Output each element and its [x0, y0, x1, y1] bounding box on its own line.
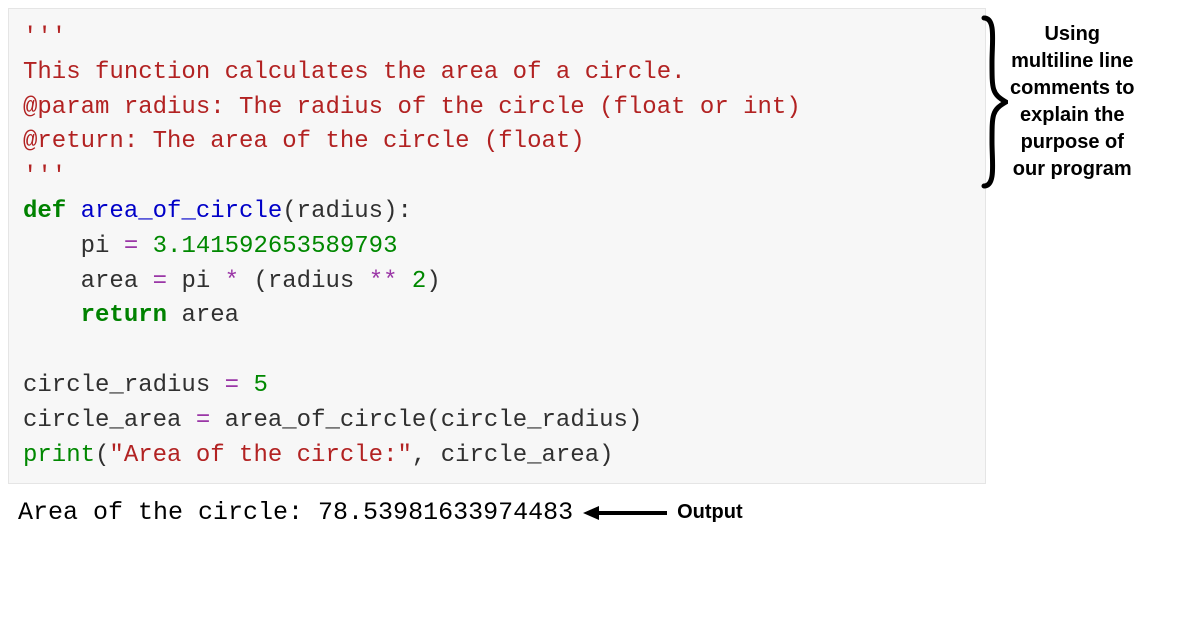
builtin-print: print [23, 442, 95, 469]
ident-radius-ref: radius [268, 268, 354, 295]
docstring-open: ''' [23, 24, 66, 51]
close-paren-colon: ): [383, 198, 412, 225]
keyword-def: def [23, 198, 66, 225]
docstring-line-3: @return: The area of the circle (float) [23, 128, 585, 155]
docstring-line-1: This function calculates the area of a c… [23, 59, 686, 86]
op-eq: = [210, 372, 253, 399]
docstring-line-2: @param radius: The radius of the circle … [23, 94, 801, 121]
docstring-close: ''' [23, 163, 66, 190]
ident-circle-area: circle_area [23, 407, 181, 434]
keyword-return: return [81, 302, 167, 329]
comma: , [412, 442, 441, 469]
number-five: 5 [253, 372, 267, 399]
annotation-line-3: comments to [1010, 75, 1134, 102]
indent [23, 268, 81, 295]
indent [23, 302, 81, 329]
open-paren: ( [282, 198, 296, 225]
rparen: ) [426, 268, 440, 295]
op-eq: = [181, 407, 224, 434]
op-eq: = [138, 268, 181, 295]
annotation-line-4: explain the [1010, 102, 1134, 129]
op-dstar: ** [354, 268, 412, 295]
lparen: ( [253, 268, 267, 295]
curly-brace-icon [980, 12, 1008, 192]
annotation-line-5: purpose of [1010, 129, 1134, 156]
ident-circle-radius-ref: circle_radius [441, 407, 628, 434]
output-text: Area of the circle: 78.53981633974483 [18, 498, 573, 527]
arrow-left-icon [583, 503, 669, 523]
ident-pi-ref: pi [181, 268, 210, 295]
annotation-line-6: our program [1010, 156, 1134, 183]
number-two: 2 [412, 268, 426, 295]
indent [23, 233, 81, 260]
number-pi: 3.141592653589793 [153, 233, 398, 260]
space [167, 302, 181, 329]
output-row: Area of the circle: 78.53981633974483 Ou… [0, 498, 1200, 527]
ident-area: area [81, 268, 139, 295]
annotation-text: Using multiline line comments to explain… [1010, 21, 1134, 183]
param-radius: radius [297, 198, 383, 225]
ident-circle-area-ref: circle_area [441, 442, 599, 469]
annotation-docstring: Using multiline line comments to explain… [980, 12, 1134, 192]
op-eq: = [109, 233, 152, 260]
function-name: area_of_circle [81, 198, 283, 225]
ident-area-ref: area [181, 302, 239, 329]
rparen: ) [628, 407, 642, 434]
lparen: ( [426, 407, 440, 434]
annotation-line-1: Using [1010, 21, 1134, 48]
annotation-line-2: multiline line [1010, 48, 1134, 75]
string-literal: "Area of the circle:" [109, 442, 411, 469]
ident-pi: pi [81, 233, 110, 260]
lparen: ( [95, 442, 109, 469]
output-label: Output [677, 501, 743, 524]
rparen: ) [599, 442, 613, 469]
func-ref: area_of_circle [225, 407, 427, 434]
op-star: * [210, 268, 253, 295]
code-block: ''' This function calculates the area of… [8, 8, 986, 484]
ident-circle-radius: circle_radius [23, 372, 210, 399]
